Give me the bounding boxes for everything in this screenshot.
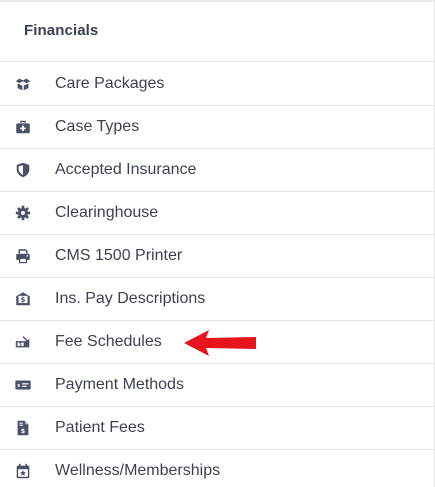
- svg-text:$: $: [21, 428, 25, 435]
- financials-panel: Financials Care Packages Case Types Acce…: [0, 0, 435, 487]
- medkit-icon: [14, 118, 32, 136]
- money-envelope-icon: $: [14, 290, 32, 308]
- menu-item-label: Fee Schedules: [55, 333, 162, 350]
- menu-item-label: Patient Fees: [55, 419, 145, 436]
- menu-item-label: Payment Methods: [55, 376, 184, 393]
- menu-item-care-packages[interactable]: Care Packages: [0, 63, 434, 106]
- box-open-icon: [14, 75, 32, 93]
- financials-menu: Care Packages Case Types Accepted Insura…: [0, 63, 434, 487]
- svg-text:$: $: [19, 342, 22, 347]
- svg-text:$: $: [21, 296, 26, 304]
- price-slip-icon: $: [14, 333, 32, 351]
- calendar-star-icon: [14, 462, 32, 480]
- menu-item-label: CMS 1500 Printer: [55, 247, 183, 264]
- menu-item-label: Wellness/Memberships: [55, 462, 221, 479]
- menu-item-label: Clearinghouse: [55, 204, 159, 221]
- menu-item-accepted-insurance[interactable]: Accepted Insurance: [0, 149, 434, 192]
- svg-text:$: $: [17, 383, 20, 389]
- shield-icon: [14, 161, 32, 179]
- menu-item-ins-pay-descriptions[interactable]: $ Ins. Pay Descriptions: [0, 278, 434, 321]
- menu-item-label: Accepted Insurance: [55, 161, 197, 178]
- gear-icon: [14, 204, 32, 222]
- menu-item-clearinghouse[interactable]: Clearinghouse: [0, 192, 434, 235]
- section-title: Financials: [24, 22, 99, 39]
- menu-item-wellness-memberships[interactable]: Wellness/Memberships: [0, 450, 434, 487]
- menu-item-case-types[interactable]: Case Types: [0, 106, 434, 149]
- menu-item-label: Ins. Pay Descriptions: [55, 290, 206, 307]
- menu-item-payment-methods[interactable]: $ Payment Methods: [0, 364, 434, 407]
- section-header: Financials: [0, 2, 434, 62]
- invoice-dollar-icon: $: [14, 419, 32, 437]
- menu-item-cms-1500-printer[interactable]: CMS 1500 Printer: [0, 235, 434, 278]
- menu-item-patient-fees[interactable]: $ Patient Fees: [0, 407, 434, 450]
- money-check-icon: $: [14, 376, 32, 394]
- menu-item-label: Case Types: [55, 118, 140, 135]
- menu-item-label: Care Packages: [55, 75, 165, 92]
- red-arrow-icon: [184, 330, 256, 356]
- printer-icon: [14, 247, 32, 265]
